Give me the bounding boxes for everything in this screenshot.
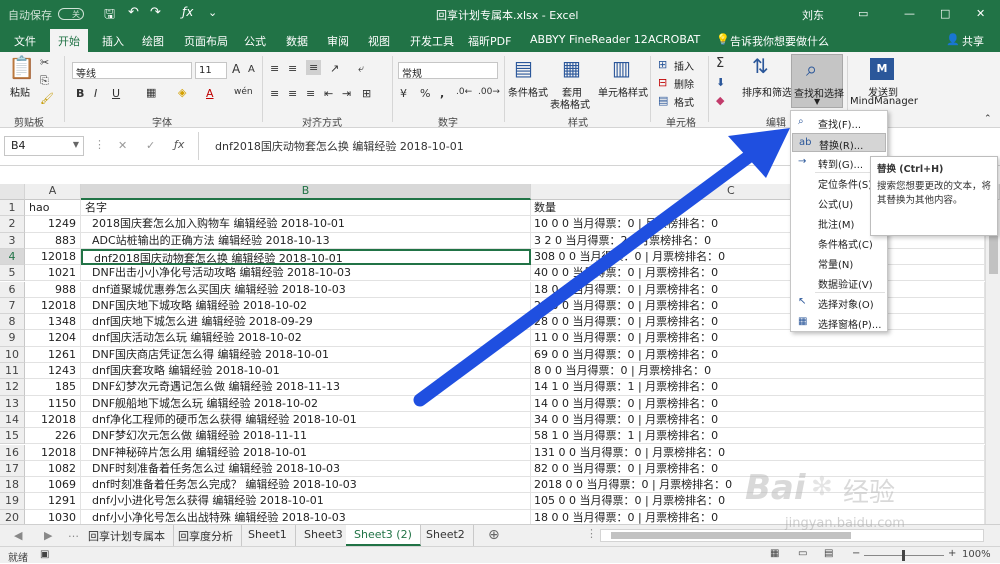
menu-item-label: 常量(N)	[818, 260, 854, 271]
menu-item-label: 选择对象(O)	[818, 300, 874, 311]
menu-item-label: 转到(G)...	[818, 160, 864, 171]
arrow-shaft	[413, 145, 762, 407]
menu-item-icon: ab	[799, 137, 812, 148]
menu-item[interactable]: ⌕ 查找(F)...	[792, 113, 886, 132]
menu-item-label: 批注(M)	[818, 220, 855, 231]
menu-item[interactable]: ↖ 选择对象(O)	[792, 293, 886, 312]
menu-item-icon: →	[798, 156, 807, 167]
replace-tooltip: 替换 (Ctrl+H) 搜索您想要更改的文本，将其替换为其他内容。	[870, 156, 998, 236]
menu-item-label: 替换(R)...	[819, 141, 864, 152]
menu-item[interactable]: 常量(N)	[792, 253, 886, 272]
menu-item-label: 查找(F)...	[818, 120, 862, 131]
menu-item-icon: ▦	[798, 316, 808, 327]
menu-item-icon: ⌕	[798, 116, 804, 127]
menu-item-icon: ↖	[798, 296, 807, 307]
menu-item[interactable]: 数据验证(V)	[792, 273, 886, 292]
menu-item[interactable]: ▦ 选择窗格(P)...	[792, 313, 886, 332]
menu-item-label: 条件格式(C)	[818, 240, 873, 251]
menu-item[interactable]: ab 替换(R)...	[792, 133, 886, 152]
tooltip-body: 搜索您想要更改的文本，将其替换为其他内容。	[877, 181, 992, 206]
menu-item-label: 数据验证(V)	[818, 280, 873, 291]
menu-item-label: 公式(U)	[818, 200, 854, 211]
tooltip-title: 替换 (Ctrl+H)	[877, 164, 944, 175]
menu-item-label: 选择窗格(P)...	[818, 320, 882, 331]
